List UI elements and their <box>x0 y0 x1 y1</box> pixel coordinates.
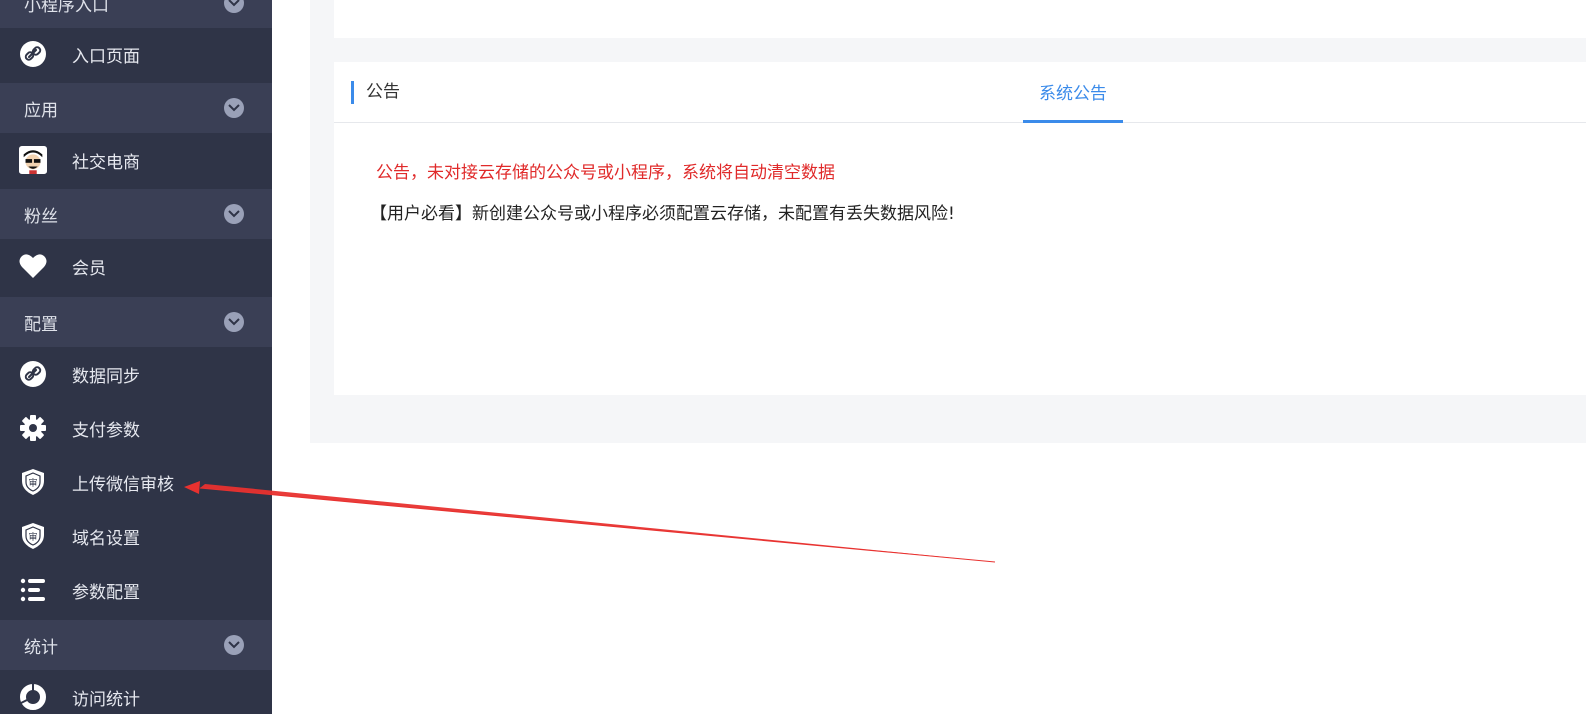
sidebar-item-member[interactable]: 会员 <box>0 239 272 293</box>
sidebar-item-label: 支付参数 <box>72 420 140 441</box>
chevron-down-icon <box>224 635 244 655</box>
sidebar-section-label: 应用 <box>24 100 58 121</box>
sidebar-item-domain-settings[interactable]: 审 域名设置 <box>0 509 272 563</box>
sidebar-item-label: 访问统计 <box>72 689 140 710</box>
shield-char: 审 <box>28 477 37 489</box>
notice-card-title: 公告 <box>351 81 400 104</box>
sidebar-item-payment-params[interactable]: 支付参数 <box>0 401 272 455</box>
chevron-down-icon <box>224 312 244 332</box>
sidebar-section-label: 配置 <box>24 314 58 335</box>
notice-card-header: 公告 系统公告 <box>334 62 1586 123</box>
sidebar-item-visit-stats[interactable]: 访问统计 <box>0 670 272 714</box>
sidebar-item-label: 数据同步 <box>72 366 140 387</box>
sidebar-item-entry-page[interactable]: 入口页面 <box>0 27 272 81</box>
link-icon <box>19 40 47 68</box>
sidebar-item-label: 参数配置 <box>72 582 140 603</box>
sidebar-item-param-config[interactable]: 参数配置 <box>0 563 272 617</box>
chevron-down-icon <box>224 0 244 13</box>
sidebar-section-apps[interactable]: 应用 <box>0 83 272 133</box>
shield-char: 审 <box>28 531 37 543</box>
tab-system-notice[interactable]: 系统公告 <box>1023 62 1123 123</box>
sidebar-item-label: 域名设置 <box>72 528 140 549</box>
heart-icon <box>19 252 47 280</box>
link-icon <box>19 360 47 388</box>
sidebar-item-upload-wechat-review[interactable]: 审 上传微信审核 <box>0 455 272 509</box>
sidebar-section-label: 粉丝 <box>24 206 58 227</box>
chevron-down-icon <box>224 204 244 224</box>
gear-icon <box>19 414 47 442</box>
sidebar-section-config[interactable]: 配置 <box>0 297 272 347</box>
shield-review-icon: 审 <box>19 468 47 496</box>
sidebar-section-miniprogram-entry[interactable]: 小程序入口 <box>0 0 272 28</box>
sidebar-item-label: 社交电商 <box>72 152 140 173</box>
sidebar-section-fans[interactable]: 粉丝 <box>0 189 272 239</box>
sidebar: 小程序入口 入口页面 应用 社交电商 粉丝 会员 配置 数据同步 支付参数 审 … <box>0 0 272 714</box>
sidebar-item-label: 上传微信审核 <box>72 474 174 495</box>
sidebar-item-label: 会员 <box>72 258 106 279</box>
donut-chart-icon <box>19 683 47 711</box>
shield-review-icon: 审 <box>19 522 47 550</box>
notice-card: 公告 系统公告 公告，未对接云存储的公众号或小程序，系统将自动清空数据 【用户必… <box>334 62 1586 395</box>
notice-user-must-read-text: 【用户必看】新创建公众号或小程序必须配置云存储，未配置有丢失数据风险! <box>370 204 955 224</box>
top-card <box>334 0 1586 38</box>
list-icon <box>19 576 47 604</box>
chevron-down-icon <box>224 98 244 118</box>
notice-warning-text: 公告，未对接云存储的公众号或小程序，系统将自动清空数据 <box>376 163 835 183</box>
sidebar-item-data-sync[interactable]: 数据同步 <box>0 347 272 401</box>
sidebar-section-stats[interactable]: 统计 <box>0 620 272 670</box>
sidebar-section-label: 统计 <box>24 637 58 658</box>
mascot-avatar-icon <box>19 146 47 174</box>
sidebar-item-social-ecommerce[interactable]: 社交电商 <box>0 133 272 187</box>
sidebar-section-label: 小程序入口 <box>24 0 109 16</box>
sidebar-item-label: 入口页面 <box>72 46 140 67</box>
